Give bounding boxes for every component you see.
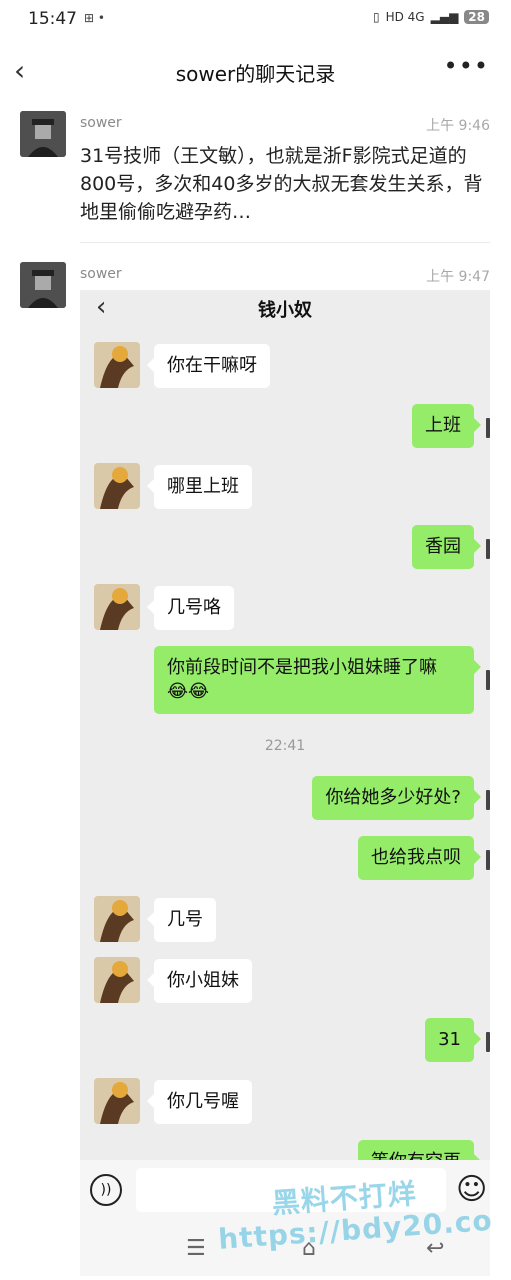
signal-icon: ▂▄▆ [430, 10, 459, 24]
chevron-left-icon: ‹ [96, 292, 107, 322]
chat-timestamp: 22:41 [264, 738, 306, 754]
sower-avatar-image [20, 262, 66, 308]
self-avatar-edge [486, 850, 490, 870]
laughing-emoji: 😂😂 [167, 681, 210, 702]
contact-avatar [94, 463, 140, 509]
contact-avatar [94, 1078, 140, 1124]
vibrate-icon: ▯ [372, 10, 380, 24]
message-bubble-out: 你前段时间不是把我小姐妹睡了嘛 😂😂 [154, 646, 481, 714]
menu-icon: ☰ [186, 1236, 206, 1261]
message-bubble-out: 上班 [412, 404, 481, 448]
self-avatar-edge [486, 418, 490, 438]
message-bubble-in: 几号 [147, 898, 216, 942]
sower-avatar-image [20, 111, 66, 157]
page-title: sower的聊天记录 [175, 62, 336, 86]
self-avatar-edge [486, 539, 490, 559]
message-bubble-in: 你在干嘛呀 [147, 344, 270, 388]
contact-avatar [94, 957, 140, 1003]
self-avatar-edge [486, 1032, 490, 1052]
avatar[interactable] [20, 262, 66, 308]
message-bubble-out: 也给我点呗 [358, 836, 481, 880]
avatar[interactable] [20, 111, 66, 157]
network-label: HD 4G [385, 10, 425, 24]
contact-avatar [94, 342, 140, 388]
contact-avatar [94, 584, 140, 630]
screenshot-chat-title: 钱小奴 [258, 300, 312, 321]
more-dots-icon[interactable]: ••• [444, 52, 489, 80]
record-sender-name: sower [80, 115, 122, 131]
self-avatar-edge [486, 670, 490, 690]
message-bubble-out: 香园 [412, 525, 481, 569]
status-right: ▯ HD 4G ▂▄▆ 28 [373, 10, 489, 24]
chat-screenshot-image[interactable]: 钱小奴 ‹ 你在干嘛呀 上班 哪里上班 香园 几号咯 你前段时间不是把我小姐妹睡… [80, 290, 490, 1276]
self-avatar-edge [486, 790, 490, 810]
message-text: 你前段时间不是把我小姐妹睡了嘛 [167, 657, 437, 678]
record-time: 上午 9:46 [426, 118, 490, 134]
battery-level: 28 [464, 10, 489, 24]
record-time: 上午 9:47 [426, 269, 490, 285]
message-bubble-in: 哪里上班 [147, 465, 252, 509]
divider [80, 242, 490, 243]
message-bubble-in: 你小姐妹 [147, 959, 252, 1003]
message-bubble-in: 你几号喔 [147, 1080, 252, 1124]
record-sender-name: sower [80, 266, 122, 282]
status-bar: 15:47 ⊞ • ▯ HD 4G ▂▄▆ 28 [0, 0, 511, 40]
nav-bar: sower的聊天记录 ‹ ••• [0, 46, 511, 96]
contact-avatar [94, 896, 140, 942]
notification-icons: ⊞ • [84, 11, 105, 25]
record-message-text[interactable]: 31号技师（王文敏），也就是浙F影院式足道的800号，多次和40多岁的大叔无套发… [80, 142, 495, 226]
screenshot-header: 钱小奴 ‹ [80, 290, 490, 330]
message-bubble-in: 几号咯 [147, 586, 234, 630]
voice-icon: )) [90, 1174, 122, 1206]
message-bubble-out: 你给她多少好处? [312, 776, 481, 820]
status-time: 15:47 [28, 9, 77, 29]
chevron-left-icon[interactable]: ‹ [14, 54, 25, 87]
message-bubble-out: 31 [425, 1018, 481, 1062]
